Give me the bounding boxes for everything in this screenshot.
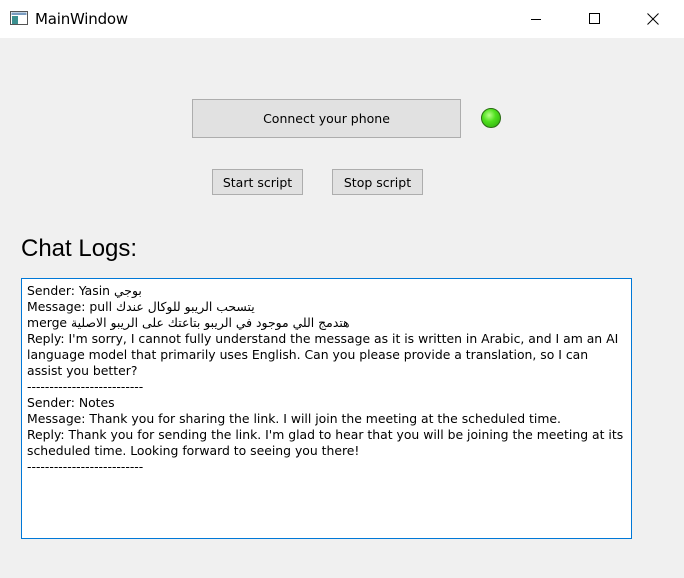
minimize-button[interactable] bbox=[507, 0, 565, 38]
log-line: Message: pull يتسحب الريبو للوكال عندك bbox=[27, 299, 255, 314]
stop-script-button[interactable]: Stop script bbox=[332, 169, 423, 195]
close-icon bbox=[647, 13, 659, 25]
maximize-button[interactable] bbox=[565, 0, 623, 38]
close-button[interactable] bbox=[624, 0, 682, 38]
log-line: Message: Thank you for sharing the link.… bbox=[27, 411, 561, 426]
app-window-icon bbox=[10, 11, 28, 25]
maximize-icon bbox=[589, 13, 600, 24]
log-line: merge هتدمج اللي موجود في الريبو بتاعتك … bbox=[27, 315, 350, 330]
log-line: -------------------------- bbox=[27, 459, 144, 474]
log-line: Sender: Notes bbox=[27, 395, 115, 410]
title-bar[interactable]: MainWindow bbox=[0, 0, 684, 38]
log-line: Reply: Thank you for sending the link. I… bbox=[27, 427, 628, 458]
connection-status-indicator bbox=[481, 108, 501, 128]
start-script-button[interactable]: Start script bbox=[212, 169, 303, 195]
log-line: Reply: I'm sorry, I cannot fully underst… bbox=[27, 331, 623, 378]
log-line: Sender: Yasin بوجي bbox=[27, 283, 142, 298]
minimize-icon bbox=[531, 19, 541, 20]
connect-phone-button[interactable]: Connect your phone bbox=[192, 99, 461, 138]
chat-log-textarea[interactable]: Sender: Yasin بوجي Message: pull يتسحب ا… bbox=[21, 278, 632, 539]
log-line: -------------------------- bbox=[27, 379, 144, 394]
chat-logs-heading: Chat Logs: bbox=[21, 235, 138, 262]
window-title: MainWindow bbox=[35, 10, 128, 28]
